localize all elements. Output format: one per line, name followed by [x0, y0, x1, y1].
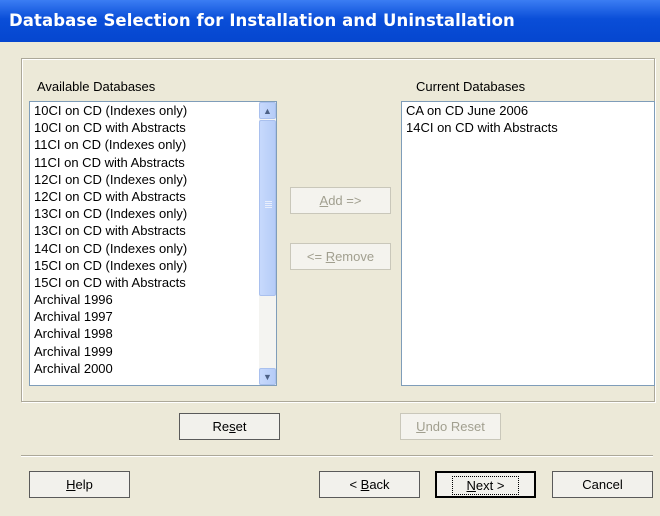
list-item[interactable]: Archival 1998: [30, 325, 276, 342]
list-item[interactable]: 14CI on CD with Abstracts: [402, 119, 654, 136]
list-item[interactable]: Archival 1996: [30, 291, 276, 308]
current-databases-items: CA on CD June 2006 14CI on CD with Abstra…: [402, 102, 654, 136]
reset-button[interactable]: Reset: [179, 413, 280, 440]
list-item[interactable]: Archival 1997: [30, 308, 276, 325]
help-button[interactable]: Help: [29, 471, 130, 498]
list-item[interactable]: Archival 1999: [30, 343, 276, 360]
available-databases-listbox[interactable]: 10CI on CD (Indexes only) 10CI on CD with…: [29, 101, 277, 386]
undo-reset-button[interactable]: Undo Reset: [400, 413, 501, 440]
list-item[interactable]: 14CI on CD (Indexes only): [30, 240, 276, 257]
title-bar: Database Selection for Installation and …: [0, 0, 660, 42]
available-scrollbar[interactable]: ▲ ▼: [259, 102, 276, 385]
current-databases-label: Current Databases: [416, 79, 526, 94]
list-item[interactable]: 11CI on CD with Abstracts: [30, 154, 276, 171]
list-item[interactable]: 15CI on CD with Abstracts: [30, 274, 276, 291]
window-title: Database Selection for Installation and …: [9, 11, 515, 30]
next-focus-ring: Next >: [451, 476, 520, 495]
remove-button[interactable]: <= Remove: [290, 243, 391, 270]
chevron-down-icon: ▼: [263, 371, 272, 382]
available-databases-items: 10CI on CD (Indexes only) 10CI on CD with…: [30, 102, 276, 377]
list-item[interactable]: Archival 2000: [30, 360, 276, 377]
list-item[interactable]: 15CI on CD (Indexes only): [30, 257, 276, 274]
list-item[interactable]: 13CI on CD (Indexes only): [30, 205, 276, 222]
list-item[interactable]: 12CI on CD (Indexes only): [30, 171, 276, 188]
scroll-up-button[interactable]: ▲: [259, 102, 276, 119]
cancel-button[interactable]: Cancel: [552, 471, 653, 498]
list-item[interactable]: CA on CD June 2006: [402, 102, 654, 119]
available-databases-label: Available Databases: [37, 79, 156, 94]
current-databases-listbox[interactable]: CA on CD June 2006 14CI on CD with Abstra…: [401, 101, 655, 386]
list-item[interactable]: 10CI on CD with Abstracts: [30, 119, 276, 136]
back-button[interactable]: < Back: [319, 471, 420, 498]
list-item[interactable]: 10CI on CD (Indexes only): [30, 102, 276, 119]
add-button[interactable]: Add =>: [290, 187, 391, 214]
scroll-down-button[interactable]: ▼: [259, 368, 276, 385]
list-item[interactable]: 11CI on CD (Indexes only): [30, 136, 276, 153]
next-button[interactable]: Next >: [435, 471, 536, 498]
bottom-separator: [21, 455, 653, 456]
scroll-thumb[interactable]: [259, 120, 276, 296]
chevron-up-icon: ▲: [263, 105, 272, 116]
list-item[interactable]: 12CI on CD with Abstracts: [30, 188, 276, 205]
list-item[interactable]: 13CI on CD with Abstracts: [30, 222, 276, 239]
